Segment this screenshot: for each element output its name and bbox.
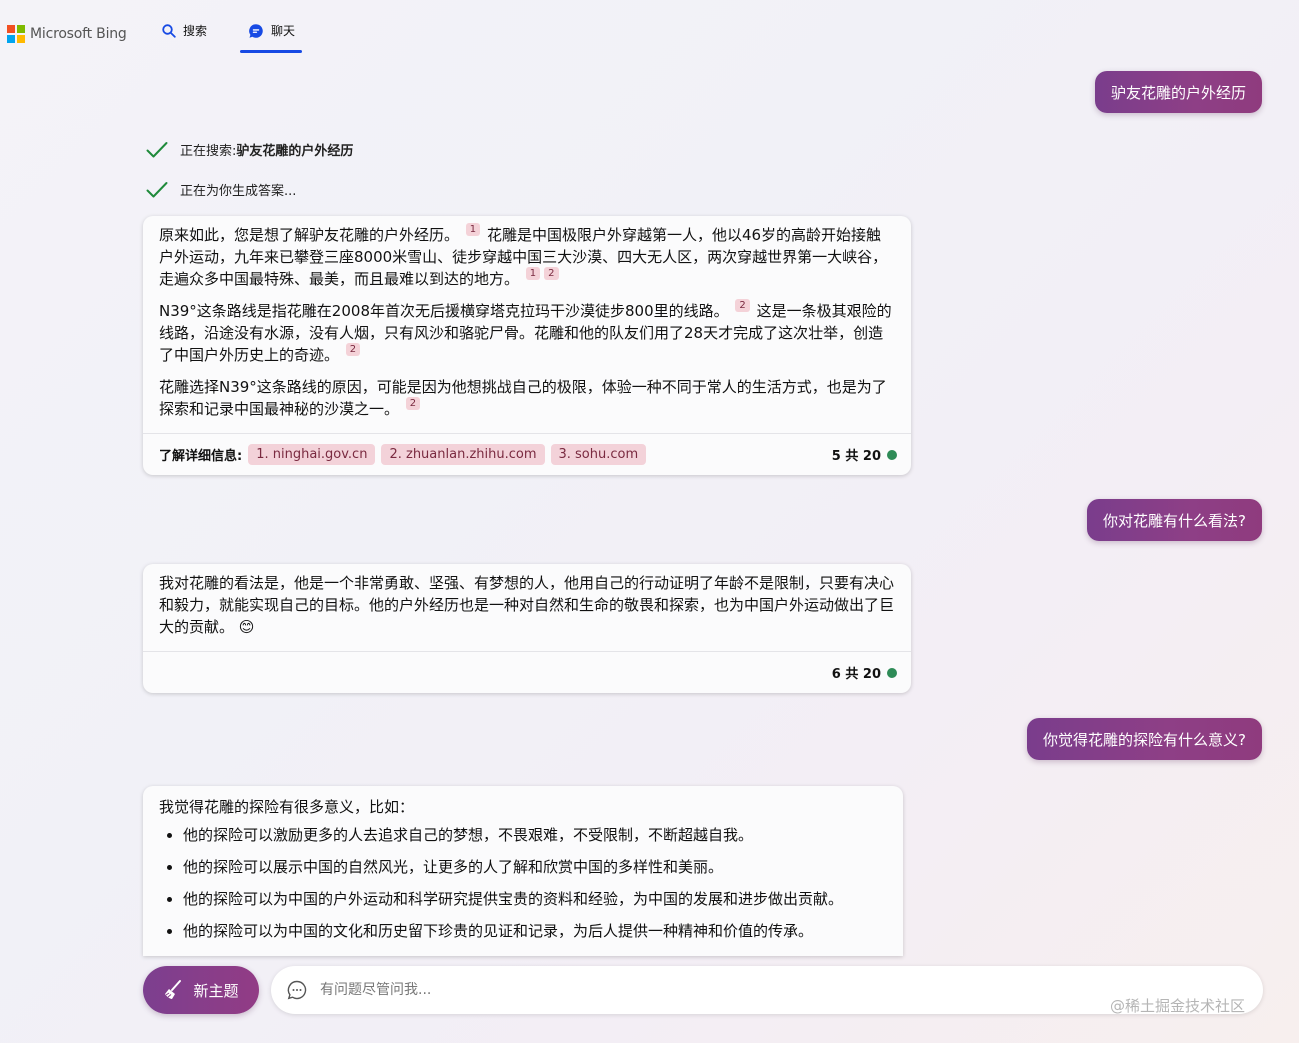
bot-response-body: 原来如此，您是想了解驴友花雕的户外经历。 1 花雕是中国极限户外穿越第一人，他以… xyxy=(143,216,911,420)
turn-counter-text: 6 共 20 xyxy=(831,667,881,682)
generating-status: 正在为你生成答案... xyxy=(146,180,296,199)
list-item: 他的探险可以展示中国的自然风光，让更多的人了解和欣赏中国的多样性和美丽。 xyxy=(183,856,887,878)
card-footer: 6 共 20 xyxy=(143,651,911,693)
learn-more-label: 了解详细信息: xyxy=(159,449,243,464)
source-link[interactable]: 3. sohu.com xyxy=(550,444,647,465)
response-list: 他的探险可以激励更多的人去追求自己的梦想，不畏艰难，不受限制，不断超越自我。 他… xyxy=(159,824,887,942)
bot-response-card: 原来如此，您是想了解驴友花雕的户外经历。 1 花雕是中国极限户外穿越第一人，他以… xyxy=(143,216,911,475)
response-paragraph: N39°这条路线是指花雕在2008年首次无后援横穿塔克拉玛干沙漠徒步800里的线… xyxy=(159,299,895,366)
response-paragraph: 原来如此，您是想了解驴友花雕的户外经历。 1 花雕是中国极限户外穿越第一人，他以… xyxy=(159,223,895,290)
citation-badge[interactable]: 2 xyxy=(345,343,361,356)
bot-response-body: 我对花雕的看法是，他是一个非常勇敢、坚强、有梦想的人，他用自己的行动证明了年龄不… xyxy=(143,564,911,638)
citation-badge[interactable]: 2 xyxy=(544,267,559,280)
user-message: 你觉得花雕的探险有什么意义? xyxy=(1027,718,1262,760)
search-icon xyxy=(162,23,176,38)
check-icon xyxy=(146,141,168,159)
turn-counter: 6 共 20 xyxy=(832,663,897,682)
user-message-text: 你对花雕有什么看法? xyxy=(1103,511,1246,530)
user-message: 你对花雕有什么看法? xyxy=(1087,499,1262,541)
bot-response-card: 我觉得花雕的探险有很多意义，比如： 他的探险可以激励更多的人去追求自己的梦想，不… xyxy=(143,786,903,956)
user-message-text: 驴友花雕的户外经历 xyxy=(1110,83,1246,102)
list-item: 他的探险可以激励更多的人去追求自己的梦想，不畏艰难，不受限制，不断超越自我。 xyxy=(183,824,887,846)
search-status-prefix: 正在搜索: xyxy=(180,144,237,159)
user-message: 驴友花雕的户外经历 xyxy=(1094,71,1262,113)
check-icon xyxy=(146,181,168,199)
source-link[interactable]: 1. ninghai.gov.cn xyxy=(248,444,376,465)
status-dot-icon xyxy=(887,449,897,460)
response-text: 花雕选择N39°这条路线的原因，可能是因为他想挑战自己的极限，体验一种不同于常人… xyxy=(159,378,887,418)
chat-input[interactable] xyxy=(318,981,1022,999)
chat-bubble-icon xyxy=(286,979,308,1001)
bing-logo[interactable]: Microsoft Bing xyxy=(7,25,127,43)
response-paragraph: 我对花雕的看法是，他是一个非常勇敢、坚强、有梦想的人，他用自己的行动证明了年龄不… xyxy=(159,572,895,638)
status-dot-icon xyxy=(887,667,897,678)
list-item: 他的探险可以为中国的文化和历史留下珍贵的见证和记录，为后人提供一种精神和价值的传… xyxy=(183,920,887,942)
response-paragraph: 花雕选择N39°这条路线的原因，可能是因为他想挑战自己的极限，体验一种不同于常人… xyxy=(159,376,895,420)
learn-more-footer: 了解详细信息: 1. ninghai.gov.cn 2. zhuanlan.zh… xyxy=(143,433,911,475)
citation-badge[interactable]: 1 xyxy=(525,267,541,280)
citation-badge[interactable]: 2 xyxy=(735,299,750,312)
brand-name: Microsoft Bing xyxy=(30,26,127,42)
tab-chat[interactable]: 聊天 xyxy=(248,22,295,39)
response-text: N39°这条路线是指花雕在2008年首次无后援横穿塔克拉玛干沙漠徒步800里的线… xyxy=(159,302,729,320)
tab-search[interactable]: 搜索 xyxy=(162,22,207,39)
bot-response-card: 我对花雕的看法是，他是一个非常勇敢、坚强、有梦想的人，他用自己的行动证明了年龄不… xyxy=(143,564,911,693)
active-tab-indicator xyxy=(240,50,302,53)
tab-search-label: 搜索 xyxy=(183,24,208,38)
citation-badge[interactable]: 1 xyxy=(465,223,481,236)
turn-counter-text: 5 共 20 xyxy=(831,449,881,464)
tab-chat-label: 聊天 xyxy=(271,24,296,38)
response-text: 原来如此，您是想了解驴友花雕的户外经历。 xyxy=(159,226,460,244)
header: Microsoft Bing 搜索 聊天 xyxy=(0,0,1299,60)
new-topic-button[interactable]: 新主题 xyxy=(143,966,259,1014)
watermark: @稀土掘金技术社区 xyxy=(1110,997,1246,1015)
user-message-text: 你觉得花雕的探险有什么意义? xyxy=(1043,730,1246,749)
bot-response-body: 我觉得花雕的探险有很多意义，比如： 他的探险可以激励更多的人去追求自己的梦想，不… xyxy=(143,786,903,942)
chat-icon xyxy=(248,23,264,39)
generating-status-text: 正在为你生成答案... xyxy=(180,184,297,199)
new-topic-label: 新主题 xyxy=(193,981,239,1000)
search-status: 正在搜索: 驴友花雕的户外经历 xyxy=(146,140,353,159)
turn-counter: 5 共 20 xyxy=(832,445,897,464)
source-link[interactable]: 2. zhuanlan.zhihu.com xyxy=(381,444,545,465)
response-intro: 我觉得花雕的探险有很多意义，比如： xyxy=(159,798,415,816)
smile-emoji-icon: 😊 xyxy=(238,618,255,636)
citation-badge[interactable]: 2 xyxy=(405,397,421,410)
response-text: 我对花雕的看法是，他是一个非常勇敢、坚强、有梦想的人，他用自己的行动证明了年龄不… xyxy=(159,574,895,636)
list-item: 他的探险可以为中国的户外运动和科学研究提供宝贵的资料和经验，为中国的发展和进步做… xyxy=(183,888,887,910)
search-status-query: 驴友花雕的户外经历 xyxy=(236,144,354,159)
broom-icon xyxy=(163,979,185,1001)
microsoft-logo-icon xyxy=(7,25,25,43)
